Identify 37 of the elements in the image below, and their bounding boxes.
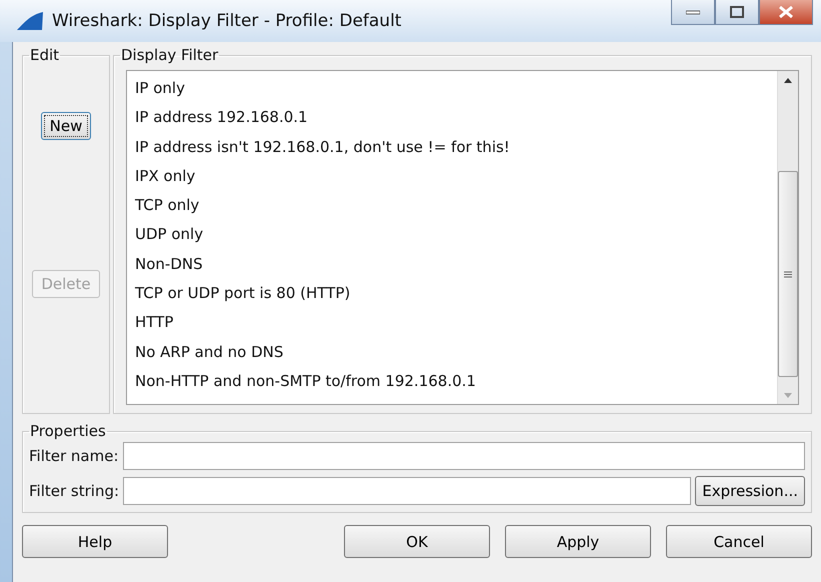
filter-item[interactable]: Non-HTTP and non-SMTP to/from 192.168.0.1 <box>135 366 769 396</box>
filter-item[interactable]: Non-DNS <box>135 250 769 280</box>
minimize-icon <box>686 9 700 15</box>
scroll-up-icon[interactable] <box>784 78 792 82</box>
scroll-thumb[interactable] <box>778 171 798 377</box>
new-button[interactable]: New <box>40 112 92 140</box>
field-label: Filter string: <box>29 482 120 500</box>
expression-button[interactable]: Expression... <box>695 476 805 506</box>
dialog-button[interactable]: Cancel <box>666 525 812 558</box>
group-label: Edit <box>29 46 60 64</box>
filter-string-field[interactable] <box>123 477 692 505</box>
filter-item[interactable]: IP address isn't 192.168.0.1, don't use != for this! <box>135 132 769 162</box>
filter-item[interactable]: UDP only <box>135 220 769 250</box>
filter-item[interactable]: IP only <box>135 74 769 104</box>
group-label: Display Filter <box>120 46 220 64</box>
filter-item[interactable]: TCP only <box>135 191 769 220</box>
filter-name-field[interactable] <box>122 442 805 470</box>
filter-item[interactable]: TCP or UDP port is 80 (HTTP) <box>135 279 769 308</box>
filter-item[interactable]: IPX only <box>135 162 769 192</box>
window-title: Wireshark: Display Filter - Profile: Default <box>52 11 402 31</box>
field-label: Filter name: <box>29 447 119 465</box>
scrollbar[interactable] <box>777 71 798 404</box>
filter-item[interactable]: No ARP and no DNS <box>135 338 769 367</box>
filter-item[interactable]: HTTP <box>135 308 769 338</box>
dialog-button[interactable]: Apply <box>505 525 651 558</box>
scroll-down-icon[interactable] <box>784 392 792 398</box>
filter-item[interactable]: IP address 192.168.0.1 <box>135 103 769 133</box>
grip-icon <box>784 270 792 278</box>
maximize-icon <box>730 6 744 18</box>
close-icon <box>778 6 794 18</box>
group-label: Properties <box>29 422 107 440</box>
close-button[interactable] <box>759 0 813 25</box>
help-button[interactable]: Help <box>22 525 168 558</box>
minimize-button[interactable] <box>671 0 715 25</box>
app-logo-icon <box>16 11 44 31</box>
maximize-button[interactable] <box>715 0 759 25</box>
dialog-button[interactable]: OK <box>344 525 490 558</box>
